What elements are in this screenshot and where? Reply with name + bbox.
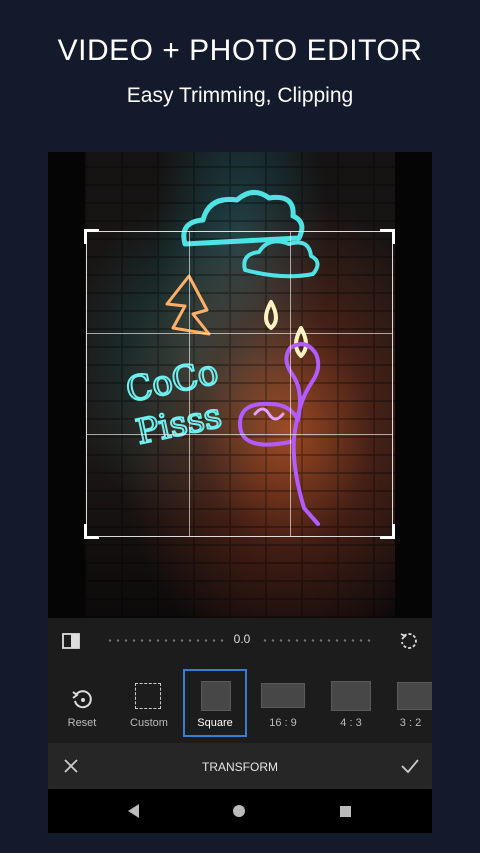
ratio-16-9-icon [261,683,305,708]
screen-title: TRANSFORM [202,760,278,774]
aspect-option-16-9[interactable]: 16 : 9 [254,663,312,743]
rotation-value: 0.0 [233,632,251,646]
crop-grid-line [87,333,392,335]
crop-grid-line [87,434,392,436]
crop-handle-bottom-left[interactable] [84,524,99,539]
custom-crop-icon [135,683,161,709]
rotate-reset-icon[interactable] [398,631,418,651]
aspect-option-4-3[interactable]: 4 : 3 [327,663,375,743]
system-nav-bar [48,789,432,833]
aspect-option-label: Square [197,717,233,729]
nav-home-icon[interactable] [233,805,245,817]
aspect-option-reset[interactable]: Reset [58,663,106,743]
rotation-slider-track-right[interactable] [261,639,373,642]
rotation-bar: 0.0 [48,618,432,663]
rotation-slider-track-left[interactable] [106,639,224,642]
crop-grid-line [290,232,292,536]
nav-recent-apps-icon[interactable] [340,806,351,817]
aspect-ratio-bar: Reset Custom Square 16 : 9 4 : 3 3 : 2 [48,663,432,743]
crop-handle-top-right[interactable] [380,229,395,244]
crop-handle-bottom-right[interactable] [380,524,395,539]
aspect-option-label: 4 : 3 [340,717,362,729]
aspect-option-square[interactable]: Square [183,669,247,737]
crop-frame[interactable] [84,229,395,539]
aspect-option-custom[interactable]: Custom [124,663,174,743]
crop-grid-line [188,232,190,536]
editor-canvas: CoCo Pisss [48,152,432,618]
crop-handle-top-left[interactable] [84,229,99,244]
app-screen: CoCo Pisss 0.0 Reset Custom Square 16: … [48,152,432,833]
aspect-option-label: Custom [130,717,168,729]
aspect-option-3-2[interactable]: 3 : 2 [393,663,432,743]
nav-back-icon[interactable] [128,804,139,818]
aspect-option-label: 3 : 2 [399,717,422,729]
check-icon[interactable] [400,757,420,775]
ratio-4-3-icon [331,681,371,711]
aspect-option-label: Reset [67,717,97,729]
square-ratio-icon [201,681,231,711]
ratio-3-2-icon [397,682,432,710]
promo-title: VIDEO + PHOTO EDITOR [57,34,423,67]
promo-subtitle: Easy Trimming, Clipping [126,84,354,107]
aspect-option-label: 16 : 9 [269,717,297,729]
reset-icon [72,690,92,709]
action-bar: TRANSFORM [48,743,432,789]
flip-horizontal-icon[interactable] [61,631,81,651]
